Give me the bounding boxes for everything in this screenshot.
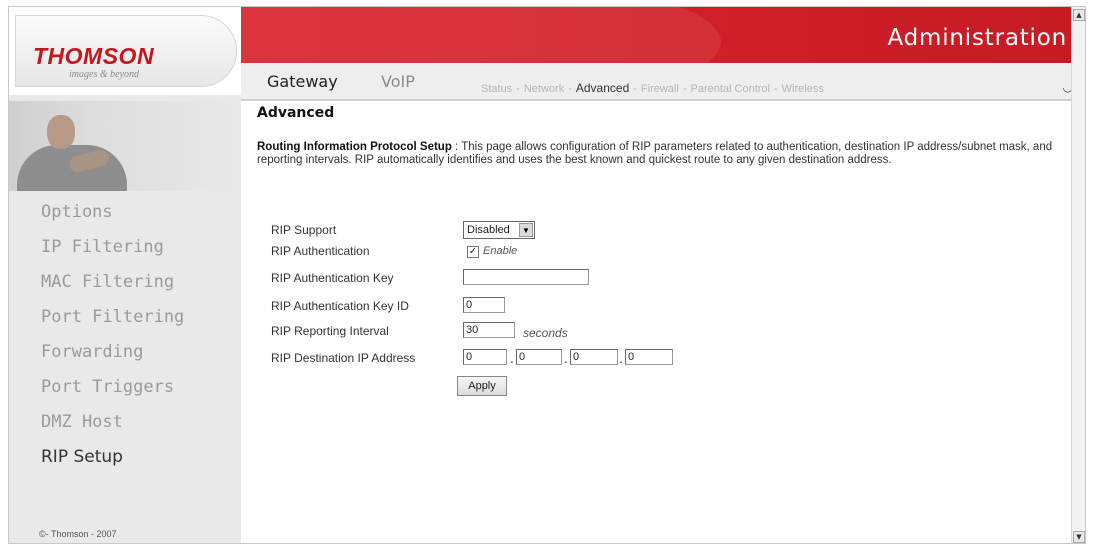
menu-voip[interactable]: VoIP	[381, 72, 415, 91]
sidebar-item-dmz-host[interactable]: DMZ Host	[41, 405, 184, 440]
ip-separator-dot: .	[619, 352, 623, 366]
copyright-text: ©- Thomson - 2007	[39, 529, 117, 539]
header-banner: Administration	[241, 7, 1085, 63]
menu-gateway[interactable]: Gateway	[267, 72, 338, 91]
rip-auth-key-id-label: RIP Authentication Key ID	[271, 299, 409, 313]
page-description: Routing Information Protocol Setup : Thi…	[257, 141, 1067, 167]
rip-dest-ip-label: RIP Destination IP Address	[271, 351, 416, 365]
submenu-separator: -	[633, 83, 637, 95]
submenu-network[interactable]: Network	[524, 83, 564, 95]
logo-area: THOMSON images & beyond	[9, 7, 241, 95]
submenu-separator: -	[682, 83, 687, 95]
submenu-status[interactable]: Status	[481, 83, 512, 95]
description-heading: Routing Information Protocol Setup	[257, 141, 452, 153]
rip-auth-key-id-input[interactable]	[463, 297, 505, 313]
rip-auth-enable-label: Enable	[483, 245, 518, 257]
sidebar-item-port-filtering[interactable]: Port Filtering	[41, 300, 184, 335]
vertical-scrollbar[interactable]: ▲ ▼	[1071, 7, 1085, 543]
submenu-separator: -	[516, 83, 520, 95]
photo-person-head	[47, 115, 75, 149]
rip-interval-label: RIP Reporting Interval	[271, 324, 389, 338]
submenu-parental-control[interactable]: Parental Control	[691, 83, 771, 95]
page-title: Advanced	[257, 105, 335, 121]
sidebar-item-forwarding[interactable]: Forwarding	[41, 335, 184, 370]
rip-support-label: RIP Support	[271, 223, 337, 237]
rip-auth-enable-checkbox[interactable]: ✓	[467, 246, 479, 258]
submenu-firewall[interactable]: Firewall	[641, 83, 679, 95]
rip-support-value: Disabled	[467, 224, 510, 236]
sidebar-item-port-triggers[interactable]: Port Triggers	[41, 370, 184, 405]
submenu-separator: -	[774, 83, 778, 95]
rip-auth-key-input[interactable]	[463, 269, 589, 285]
sidebar-item-ip-filtering[interactable]: IP Filtering	[41, 230, 184, 265]
rip-support-select[interactable]: Disabled ▼	[463, 221, 535, 239]
submenu-wireless[interactable]: Wireless	[782, 83, 824, 95]
submenu-advanced[interactable]: Advanced	[576, 81, 629, 95]
ip-octet-3-input[interactable]	[570, 349, 618, 365]
header-sweep	[241, 7, 721, 63]
browser-page: THOMSON images & beyond Options IP Filte…	[8, 6, 1086, 544]
ip-separator-dot: .	[564, 352, 568, 366]
scroll-up-icon[interactable]: ▲	[1073, 9, 1085, 21]
ip-separator-dot: .	[510, 352, 514, 366]
ip-octet-2-input[interactable]	[516, 349, 562, 365]
page-header-title: Administration	[887, 25, 1067, 51]
ip-octet-4-input[interactable]	[625, 349, 673, 365]
rip-auth-label: RIP Authentication	[271, 244, 370, 258]
sidebar-item-rip-setup[interactable]: RIP Setup	[41, 440, 184, 475]
header-photo	[9, 101, 241, 191]
apply-button[interactable]: Apply	[457, 376, 507, 396]
thomson-logo: THOMSON	[33, 43, 155, 69]
rip-interval-unit: seconds	[523, 326, 568, 340]
rip-interval-input[interactable]	[463, 322, 515, 338]
dropdown-arrow-icon: ▼	[519, 223, 533, 237]
sidebar-nav: Options IP Filtering MAC Filtering Port …	[41, 195, 184, 475]
sidebar-item-mac-filtering[interactable]: MAC Filtering	[41, 265, 184, 300]
top-menu-bar: Gateway VoIP Status - Network - Advanced - Fir…	[241, 63, 1085, 101]
left-column: THOMSON images & beyond Options IP Filte…	[9, 7, 241, 543]
logo-tagline: images & beyond	[69, 69, 139, 80]
sub-menu: Status - Network - Advanced - Firewall - Parenta…	[481, 81, 824, 95]
sidebar-item-options[interactable]: Options	[41, 195, 184, 230]
scroll-down-icon[interactable]: ▼	[1073, 531, 1085, 543]
ip-octet-1-input[interactable]	[463, 349, 507, 365]
submenu-separator: -	[568, 83, 572, 95]
rip-auth-key-label: RIP Authentication Key	[271, 271, 394, 285]
